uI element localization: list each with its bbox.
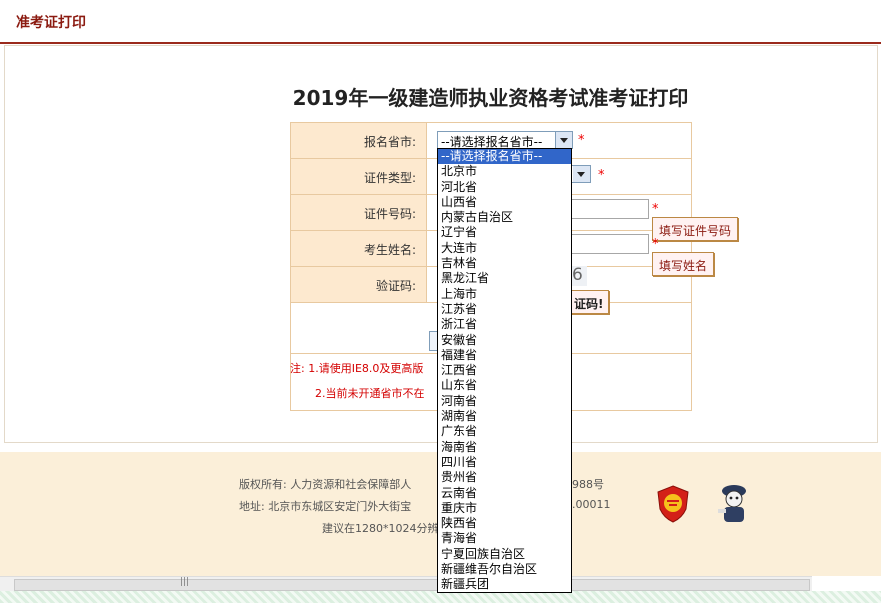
header-title: 准考证打印 bbox=[16, 15, 86, 31]
footer-copyright: 版权所有: 人力资源和社会保障部人 bbox=[239, 478, 412, 491]
dropdown-option[interactable]: 山西省 bbox=[438, 195, 571, 210]
footer-icp: 988号 bbox=[572, 478, 604, 491]
required-mark-id-type: * bbox=[598, 168, 605, 183]
id-number-label: 证件号码: bbox=[363, 207, 416, 221]
dropdown-option[interactable]: 大连市 bbox=[438, 241, 571, 256]
required-mark-province: * bbox=[578, 133, 585, 148]
page-title-text: 2019年一级建造师执业资格考试准考证打印 bbox=[292, 86, 689, 110]
scrollbar-grip-icon: ||| bbox=[180, 577, 190, 587]
name-label: 考生姓名: bbox=[363, 243, 416, 257]
captcha-label-cell: 验证码: bbox=[291, 267, 427, 302]
province-select[interactable]: --请选择报名省市-- bbox=[437, 131, 573, 149]
required-mark-id-number: * bbox=[652, 202, 659, 217]
dropdown-option[interactable]: 海南省 bbox=[438, 440, 571, 455]
id-number-tip-text: 填写证件号码 bbox=[659, 224, 732, 238]
dropdown-option[interactable]: 辽宁省 bbox=[438, 225, 571, 240]
note-line-1: 注: 1.请使用IE8.0及更高版 bbox=[290, 362, 424, 375]
captcha-tip-text: 证码! bbox=[574, 297, 604, 311]
footer-address: 地址: 北京市东城区安定门外大街宝 bbox=[239, 500, 412, 513]
footer-resolution: 建议在1280*1024分辨 bbox=[322, 522, 439, 535]
id-number-input[interactable] bbox=[571, 199, 649, 219]
dropdown-option[interactable]: 黑龙江省 bbox=[438, 271, 571, 286]
name-label-cell: 考生姓名: bbox=[291, 231, 427, 266]
scrollbar-thumb[interactable] bbox=[14, 579, 810, 591]
captcha-digit: 6 bbox=[572, 265, 583, 285]
dropdown-option[interactable]: 贵州省 bbox=[438, 470, 571, 485]
police-icon[interactable] bbox=[716, 482, 752, 526]
dropdown-option[interactable]: 重庆市 bbox=[438, 501, 571, 516]
dropdown-option[interactable]: 山东省 bbox=[438, 378, 571, 393]
id-type-label: 证件类型: bbox=[363, 171, 416, 185]
dropdown-option[interactable]: 河南省 bbox=[438, 394, 571, 409]
dropdown-option[interactable]: 江苏省 bbox=[438, 302, 571, 317]
note-line-2: 2.当前未开通省市不在 bbox=[315, 387, 425, 400]
required-mark-name: * bbox=[652, 237, 659, 252]
id-type-label-cell: 证件类型: bbox=[291, 159, 427, 194]
name-tip-text: 填写姓名 bbox=[659, 259, 708, 273]
id-number-tip: 填写证件号码 bbox=[652, 217, 738, 241]
dropdown-option[interactable]: 上海市 bbox=[438, 287, 571, 302]
dropdown-option[interactable]: 云南省 bbox=[438, 486, 571, 501]
dropdown-option[interactable]: 四川省 bbox=[438, 455, 571, 470]
name-tip: 填写姓名 bbox=[652, 252, 714, 276]
dropdown-option[interactable]: 新疆维吾尔自治区 bbox=[438, 562, 571, 577]
dropdown-option[interactable]: 陕西省 bbox=[438, 516, 571, 531]
top-bar: 准考证打印 bbox=[0, 0, 881, 42]
dropdown-option[interactable]: 青海省 bbox=[438, 531, 571, 546]
dropdown-option[interactable]: 湖南省 bbox=[438, 409, 571, 424]
dropdown-option[interactable]: --请选择报名省市-- bbox=[438, 149, 571, 165]
chevron-down-icon[interactable] bbox=[573, 166, 590, 182]
name-input[interactable] bbox=[571, 234, 649, 254]
captcha-label: 验证码: bbox=[375, 279, 416, 293]
dropdown-option[interactable]: 福建省 bbox=[438, 348, 571, 363]
shield-emblem-icon[interactable] bbox=[656, 485, 690, 523]
province-dropdown-list[interactable]: --请选择报名省市-- 北京市 河北省 山西省 内蒙古自治区 辽宁省 大连市 吉林省 黑龙江省上… bbox=[437, 148, 572, 593]
footer-code: .00011 bbox=[572, 498, 611, 511]
dropdown-option[interactable]: 吉林省 bbox=[438, 256, 571, 271]
province-label-cell: 报名省市: bbox=[291, 123, 427, 158]
chevron-down-icon[interactable] bbox=[555, 132, 572, 148]
dropdown-option[interactable]: 内蒙古自治区 bbox=[438, 210, 571, 225]
dropdown-option[interactable]: 浙江省 bbox=[438, 317, 571, 332]
dropdown-option[interactable]: 北京市 bbox=[438, 164, 571, 179]
dropdown-option[interactable]: 新疆兵团 bbox=[438, 577, 571, 592]
captcha-image[interactable]: 6 bbox=[571, 265, 587, 286]
dropdown-option[interactable]: 安徽省 bbox=[438, 333, 571, 348]
page-title: 2019年一级建造师执业资格考试准考证打印 bbox=[0, 82, 881, 111]
header-divider bbox=[0, 42, 881, 44]
dropdown-option[interactable]: 河北省 bbox=[438, 180, 571, 195]
id-type-select[interactable] bbox=[571, 165, 591, 183]
captcha-tip: 证码! bbox=[571, 290, 609, 314]
dropdown-option[interactable]: 广东省 bbox=[438, 424, 571, 439]
horizontal-scrollbar[interactable]: ||| bbox=[0, 576, 812, 591]
dropdown-option[interactable]: 宁夏回族自治区 bbox=[438, 547, 571, 562]
province-label: 报名省市: bbox=[363, 135, 416, 149]
id-number-label-cell: 证件号码: bbox=[291, 195, 427, 230]
dropdown-option[interactable]: 江西省 bbox=[438, 363, 571, 378]
